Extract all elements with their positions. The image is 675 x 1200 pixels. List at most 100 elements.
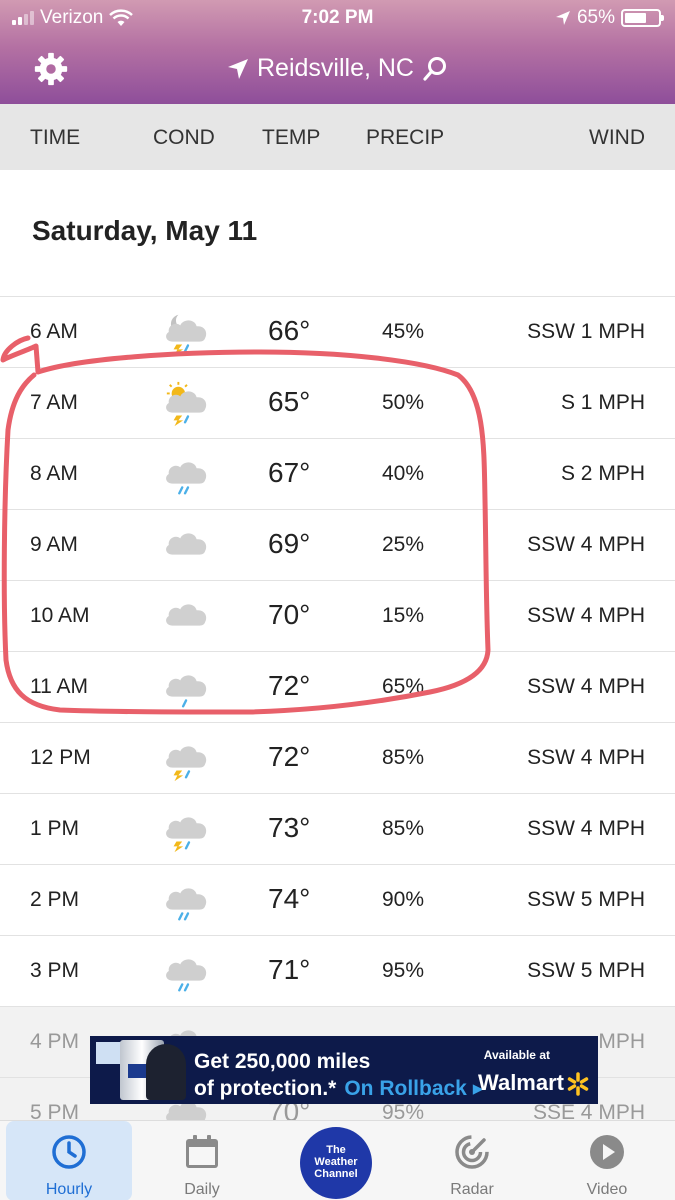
hour-temp: 65° [268, 386, 311, 417]
battery-icon [621, 9, 664, 27]
hour-time: 6 AM [30, 320, 78, 343]
hour-temp: 66° [268, 315, 311, 346]
hour-wind: S 2 MPH [560, 462, 645, 485]
hour-row[interactable]: 12 PM 72° 85% SSW 4 MPH [0, 722, 675, 793]
hour-time: 1 PM [30, 817, 80, 840]
hour-precip: 25% [382, 533, 425, 556]
hour-row[interactable]: 9 AM 69° 25% SSW 4 MPH [0, 509, 675, 580]
hour-wind: SSW 4 MPH [527, 533, 645, 556]
hour-time: 2 PM [30, 888, 80, 911]
hour-precip: 90% [382, 888, 425, 911]
hour-wind: MPH [598, 1030, 645, 1053]
hour-wind: SSW 5 MPH [527, 959, 645, 982]
tab-hourly-label: Hourly [45, 1181, 93, 1198]
twc-logo-text: The Weather Channel [314, 1144, 358, 1180]
play-icon [590, 1135, 624, 1169]
column-time: TIME [30, 126, 81, 149]
tab-hourly[interactable]: Hourly [6, 1121, 132, 1200]
hour-time: 9 AM [30, 533, 78, 556]
tab-radar[interactable]: Radar [412, 1121, 532, 1200]
hour-row[interactable]: 1 PM 73° 85% SSW 4 MPH [0, 793, 675, 864]
column-cond: COND [153, 126, 215, 149]
cloud-icon [166, 533, 207, 555]
tab-video[interactable]: Video [547, 1121, 667, 1200]
hour-precip: 85% [382, 817, 425, 840]
calendar-icon [186, 1135, 218, 1168]
location-services-icon [555, 11, 570, 25]
hour-time: 3 PM [30, 959, 80, 982]
hour-precip: 40% [382, 462, 425, 485]
clock-icon [52, 1135, 86, 1169]
column-header: TIME COND TEMP PRECIP WIND [0, 104, 675, 170]
hour-wind: SSW 4 MPH [527, 817, 645, 840]
ad-headline: Get 250,000 miles [194, 1050, 371, 1073]
ad-available-text: Available at [483, 1048, 550, 1062]
hour-time: 11 AM [30, 675, 88, 698]
hourly-list[interactable]: 6 AM 66° 45% SSW 1 MPH 7 AM 65° 50% S 1 MPH 8 AM… [0, 296, 675, 1148]
hour-temp: 69° [268, 528, 311, 559]
hour-time: 10 AM [30, 604, 90, 627]
ad-subline: of protection.* On Rollback ▸ [194, 1076, 483, 1101]
hour-precip: 50% [382, 391, 425, 414]
hour-temp: 67° [268, 457, 311, 488]
hour-row[interactable]: 8 AM 67° 40% S 2 MPH [0, 438, 675, 509]
rain-cloud-icon [166, 959, 207, 992]
light-rain-cloud-icon [166, 675, 207, 708]
hour-wind: SSW 4 MPH [527, 746, 645, 769]
cloud-icon [166, 604, 207, 626]
battery-percent: 65% [576, 7, 615, 28]
hour-precip: 95% [382, 959, 425, 982]
hour-precip: 45% [382, 320, 425, 343]
walmart-logo-text: Walmart [478, 1070, 564, 1095]
hour-precip: 15% [382, 604, 425, 627]
advertisement-banner[interactable]: Get 250,000 miles of protection.* On Roll… [90, 1036, 598, 1104]
hour-temp: 70° [268, 599, 311, 630]
hour-row[interactable]: 6 AM 66° 45% SSW 1 MPH [0, 296, 675, 367]
column-wind: WIND [589, 126, 645, 149]
location-arrow-icon [228, 58, 248, 79]
hour-row[interactable]: 10 AM 70° 15% SSW 4 MPH [0, 580, 675, 651]
tab-radar-label: Radar [450, 1181, 494, 1198]
hour-temp: 71° [268, 954, 311, 985]
status-right: 65% [555, 7, 664, 29]
bottom-tab-bar: Hourly Daily The Weather Channel Radar Vid… [0, 1120, 675, 1200]
battery-fill [625, 13, 646, 23]
search-icon[interactable] [422, 56, 448, 82]
column-temp: TEMP [262, 126, 321, 149]
hour-precip: 65% [382, 675, 425, 698]
hour-time: 7 AM [30, 391, 78, 414]
night-thunderstorm-icon [166, 314, 207, 356]
location-selector[interactable]: Reidsville, NC [0, 54, 675, 83]
hour-row[interactable]: 11 AM 72° 65% SSW 4 MPH [0, 651, 675, 722]
tab-video-label: Video [586, 1181, 628, 1198]
radar-icon [455, 1135, 489, 1169]
ad-choices-icon[interactable] [96, 1042, 122, 1064]
rain-cloud-icon [166, 888, 207, 921]
ad-subline-text: of protection.* [194, 1077, 337, 1100]
tab-daily-label: Daily [184, 1181, 220, 1198]
hour-temp: 72° [268, 670, 311, 701]
rain-cloud-icon [166, 462, 207, 495]
tab-daily[interactable]: Daily [142, 1121, 262, 1200]
hour-time: 4 PM [30, 1030, 80, 1053]
app-header: Verizon 7:02 PM 65% Reidsville, NC [0, 0, 675, 104]
hour-row[interactable]: 2 PM 74° 90% SSW 5 MPH [0, 864, 675, 935]
hour-wind: SSW 1 MPH [527, 320, 645, 343]
hour-temp: 72° [268, 741, 311, 772]
hour-time: 12 PM [30, 746, 91, 769]
date-heading: Saturday, May 11 [32, 215, 258, 246]
hour-wind: SSW 5 MPH [527, 888, 645, 911]
twc-logo-button[interactable]: The Weather Channel [300, 1127, 372, 1199]
hour-wind: SSW 4 MPH [527, 604, 645, 627]
sun-thunderstorm-icon [166, 381, 207, 427]
hour-temp: 74° [268, 883, 311, 914]
driver-image [146, 1044, 186, 1100]
thunderstorm-icon [166, 746, 207, 782]
ad-rollback-text: On Rollback ▸ [344, 1077, 484, 1100]
status-bar: Verizon 7:02 PM 65% [0, 0, 675, 36]
thunderstorm-icon [166, 817, 207, 853]
walmart-spark-icon [567, 1072, 589, 1096]
hour-row[interactable]: 7 AM 65° 50% S 1 MPH [0, 367, 675, 438]
hour-row[interactable]: 3 PM 71° 95% SSW 5 MPH [0, 935, 675, 1006]
hour-temp: 73° [268, 812, 311, 843]
